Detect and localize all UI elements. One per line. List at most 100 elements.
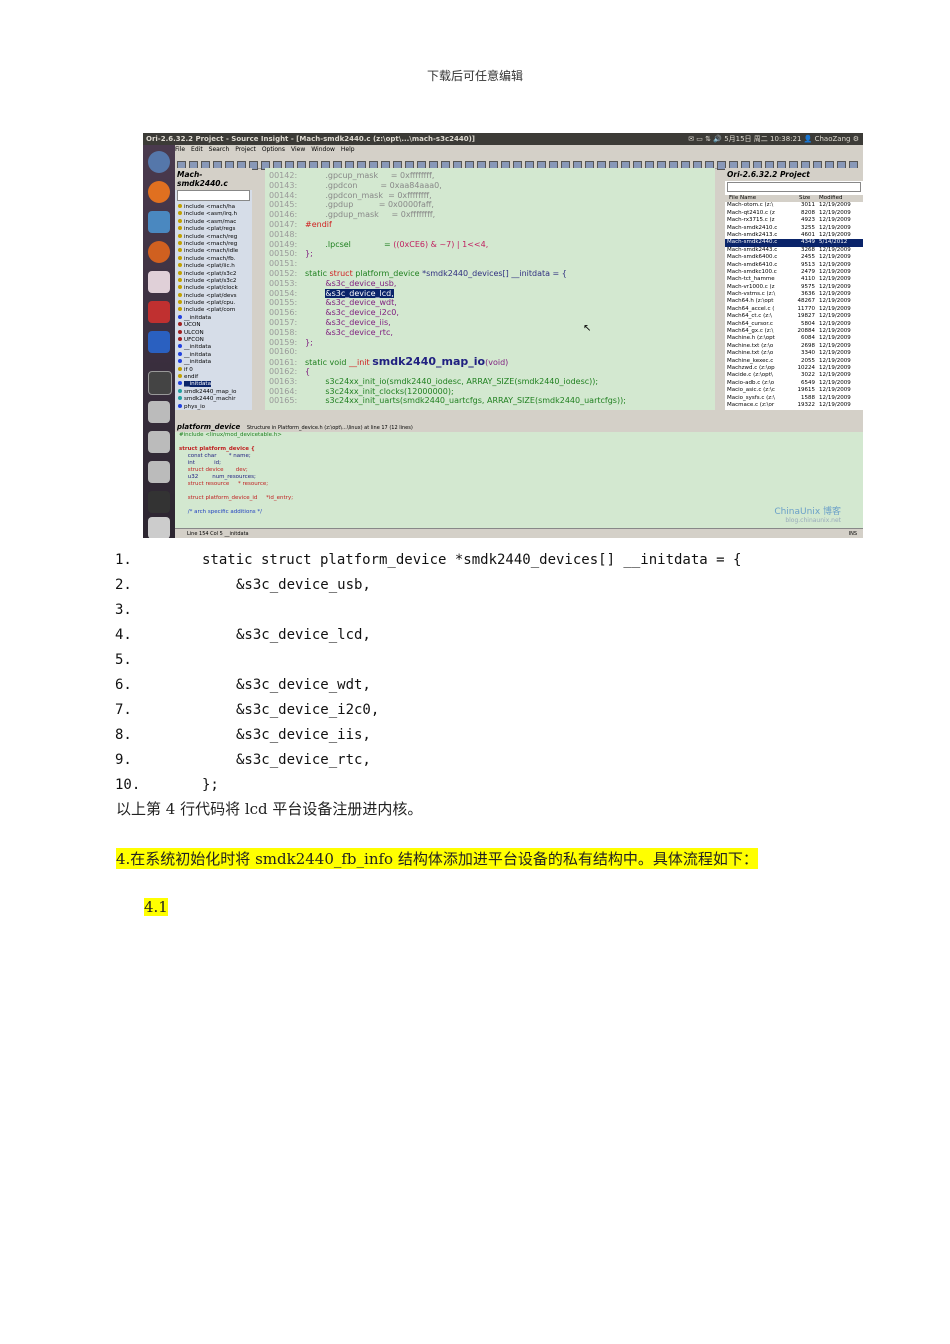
dash-icon[interactable] — [148, 151, 170, 173]
file-cell: Machine_kexec.c — [727, 357, 774, 364]
file-row[interactable]: Mach-tct_hamme 4110 12/19/2009 — [725, 276, 863, 283]
symbol-item[interactable]: __initdata — [175, 314, 252, 322]
file-cell: 12/19/2009 — [819, 320, 851, 327]
app-icon[interactable] — [148, 271, 170, 293]
file-row[interactable]: Mach-rx3715.c (z 4923 12/19/2009 — [725, 217, 863, 224]
menu-item[interactable]: Edit — [191, 146, 203, 153]
symbol-item[interactable]: include <plat/s3c2 — [175, 277, 252, 285]
music-icon[interactable] — [148, 301, 170, 323]
device-icon[interactable] — [148, 491, 170, 513]
menu-item[interactable]: Help — [341, 146, 355, 153]
symbol-item[interactable]: ULCON — [175, 329, 252, 337]
file-row[interactable]: Mach64.h (z:\opt 48267 12/19/2009 — [725, 298, 863, 305]
symbol-filter-input[interactable] — [177, 190, 250, 201]
file-cell: Mach-smdk6400.c — [727, 254, 778, 261]
font-icon[interactable] — [148, 331, 170, 353]
column-header[interactable]: Size — [799, 195, 810, 202]
file-row[interactable]: Macio_asic.c (z:\c 19615 12/19/2009 — [725, 387, 863, 394]
drive-icon[interactable] — [148, 401, 170, 423]
symbol-item[interactable]: endif — [175, 373, 252, 381]
menu-item[interactable]: View — [291, 146, 305, 153]
code-editor[interactable]: 00142: .gpcup_mask = 0xffffffff, 00143: .… — [265, 168, 715, 410]
symbol-item[interactable]: UFCON — [175, 337, 252, 344]
file-cell: 12/19/2009 — [819, 298, 851, 305]
symbol-item[interactable]: include <plat/regs — [175, 226, 252, 233]
file-row[interactable]: Macio-adb.c (z:\o 6549 12/19/2009 — [725, 380, 863, 387]
file-row[interactable]: Mach-smdk2440.c 4349 5/14/2012 — [725, 239, 863, 247]
symbol-item[interactable]: include <mach/ha — [175, 204, 252, 211]
file-row[interactable]: Mach-vstms.c (z:\ 3636 12/19/2009 — [725, 291, 863, 298]
file-row[interactable]: Machine_kexec.c 2055 12/19/2009 — [725, 358, 863, 365]
code-line: 00147: #endif — [269, 220, 332, 230]
symbol-item[interactable]: include <plat/iic.h — [175, 263, 252, 270]
symbol-item[interactable]: include <mach/idle — [175, 248, 252, 255]
file-row[interactable]: Mach-smdk6410.c 9513 12/19/2009 — [725, 262, 863, 269]
menu-item[interactable]: Options — [262, 146, 285, 153]
file-row[interactable]: Mach64_accel.c (11770 12/19/2009 — [725, 306, 863, 313]
listing-line-number: 10. — [115, 777, 141, 793]
symbol-item[interactable]: include <plat/devs — [175, 292, 252, 300]
symbol-item[interactable]: __initdata — [175, 381, 252, 388]
file-cell: Machine.h (z:\opt — [727, 335, 775, 342]
file-row[interactable]: Macmace.c (z:\or 19322 12/19/2009 — [725, 402, 863, 409]
file-cell: 12/19/2009 — [819, 268, 851, 275]
file-row[interactable]: Macio_sysfs.c (z:\ 1588 12/19/2009 — [725, 395, 863, 402]
symbol-item[interactable]: __initdata — [175, 359, 252, 366]
symbol-item[interactable]: include <plat/clock — [175, 285, 252, 292]
file-row[interactable]: Macide.c (z:\opt\ 3022 12/19/2009 — [725, 372, 863, 379]
symbol-item[interactable]: include <mach/fb. — [175, 255, 252, 263]
trash-icon[interactable] — [148, 517, 170, 538]
code-token: ((0xCE6) & ~7) | 1<<4, — [393, 239, 489, 249]
file-row[interactable]: Mach-smdk2413.c 4601 12/19/2009 — [725, 232, 863, 239]
file-row[interactable]: Mach64_cursor.c 5804 12/19/2009 — [725, 321, 863, 328]
file-cell: 9513 — [801, 261, 815, 268]
symbol-item[interactable]: UCON — [175, 322, 252, 329]
drive-icon[interactable] — [148, 461, 170, 483]
file-row[interactable]: Machzwd.c (z:\op 10224 12/19/2009 — [725, 365, 863, 372]
symbol-item[interactable]: include <mach/reg — [175, 233, 252, 241]
menu-item[interactable]: Window — [311, 146, 335, 153]
browser-icon[interactable] — [148, 241, 170, 263]
project-filter-input[interactable] — [727, 182, 861, 192]
symbol-item[interactable]: phys_io — [175, 403, 252, 411]
code-line: 00143: .gpdcon = 0xaa84aaa0, — [269, 181, 442, 191]
symbol-item[interactable]: if 0 — [175, 366, 252, 374]
menu-item[interactable]: File — [175, 146, 185, 153]
file-row[interactable]: Machine.txt (z:\o 2698 12/19/2009 — [725, 343, 863, 350]
file-cell: 12/19/2009 — [819, 246, 851, 253]
file-row[interactable]: Mach-smdk2410.c 3255 12/19/2009 — [725, 225, 863, 232]
file-row[interactable]: Mach-smdk6400.c 2455 12/19/2009 — [725, 254, 863, 261]
file-row[interactable]: Mach-qt2410.c (z 8208 12/19/2009 — [725, 210, 863, 217]
symbol-item[interactable]: include <plat/com — [175, 307, 252, 314]
drive-icon[interactable] — [148, 431, 170, 453]
file-row[interactable]: Machine.h (z:\opt 6084 12/19/2009 — [725, 335, 863, 342]
column-header[interactable]: Modified — [819, 195, 842, 202]
file-row[interactable]: Mach-smdkc100.c 2479 12/19/2009 — [725, 269, 863, 276]
file-row[interactable]: Machine.txt (z:\o 3340 12/19/2009 — [725, 350, 863, 357]
code-line: 00145: .gpdup = 0x0000faff, — [269, 200, 434, 210]
symbol-item[interactable]: include <mach/reg — [175, 240, 252, 248]
column-header[interactable]: File Name — [729, 195, 756, 202]
file-row[interactable]: Mach64_ct.c (z:\ 19827 12/19/2009 — [725, 313, 863, 320]
symbol-item[interactable]: smdk2440_map_io — [175, 388, 252, 396]
firefox-icon[interactable] — [148, 181, 170, 203]
file-cell: Mach64_cursor.c — [727, 320, 773, 327]
monitor-icon[interactable] — [148, 211, 170, 233]
file-cell: 12/19/2009 — [819, 328, 851, 335]
symbol-item[interactable]: include <plat/s3c2 — [175, 270, 252, 278]
line-number: 00158: — [269, 327, 298, 337]
symbol-item[interactable]: smdk2440_machir — [175, 396, 252, 403]
symbol-item[interactable]: __initdata — [175, 351, 252, 359]
menu-item[interactable]: Search — [209, 146, 230, 153]
file-row[interactable]: Mach-otom.c (z:\ 3011 12/19/2009 — [725, 202, 863, 209]
file-row[interactable]: Mach-smdk2443.c 3268 12/19/2009 — [725, 247, 863, 254]
symbol-item[interactable]: include <plat/cpu. — [175, 300, 252, 307]
symbol-item[interactable]: __initdata — [175, 344, 252, 351]
menu-item[interactable]: Project — [235, 146, 256, 153]
symbol-label: UFCON — [184, 337, 204, 344]
file-row[interactable]: Mach64_gx.c (z:\ 20884 12/19/2009 — [725, 328, 863, 335]
file-row[interactable]: Mach-vr1000.c (z 9575 12/19/2009 — [725, 284, 863, 291]
symbol-item[interactable]: include <asm/mac — [175, 218, 252, 226]
symbol-item[interactable]: include <asm/irq.h — [175, 211, 252, 218]
workspace-icon[interactable] — [148, 371, 172, 395]
